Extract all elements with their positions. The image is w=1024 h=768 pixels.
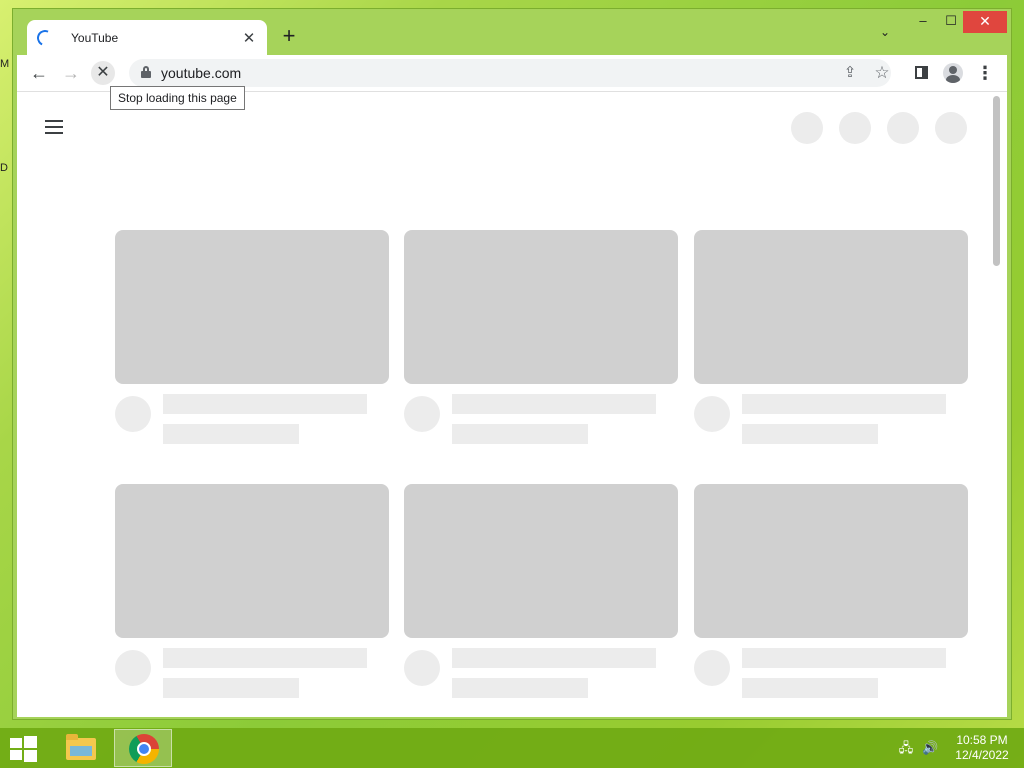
start-button[interactable] [8, 736, 38, 762]
thumbnail-placeholder [115, 484, 389, 638]
taskbar: 🖧 🔊 10:58 PM 12/4/2022 [0, 728, 1024, 768]
page-content [17, 91, 1007, 717]
meta-placeholder [163, 424, 299, 444]
title-placeholder [742, 394, 946, 414]
profile-button[interactable] [941, 61, 965, 85]
system-clock[interactable]: 10:58 PM 12/4/2022 [950, 733, 1014, 763]
taskbar-file-explorer[interactable] [52, 729, 110, 767]
address-bar[interactable]: youtube.com ⇪ ☆ [129, 59, 891, 87]
tab-search-button[interactable]: ⌄ [875, 25, 895, 45]
lock-icon[interactable] [141, 66, 151, 78]
desktop-icon-fragment: M [0, 58, 10, 70]
volume-icon[interactable]: 🔊 [922, 740, 938, 756]
stop-loading-button[interactable]: ✕ [91, 61, 115, 85]
header-placeholder [791, 112, 823, 144]
meta-placeholder [452, 424, 588, 444]
header-placeholder [935, 112, 967, 144]
title-placeholder [452, 394, 656, 414]
hamburger-menu-icon[interactable] [45, 120, 63, 134]
thumbnail-placeholder [115, 230, 389, 384]
channel-avatar-placeholder [404, 396, 440, 432]
header-placeholder [887, 112, 919, 144]
meta-placeholder [742, 424, 878, 444]
browser-menu-button[interactable]: ⋮ [973, 61, 997, 85]
thumbnail-placeholder [404, 484, 678, 638]
header-placeholder [839, 112, 871, 144]
thumbnail-placeholder [404, 230, 678, 384]
network-icon[interactable]: 🖧 [898, 740, 914, 756]
side-panel-button[interactable] [909, 61, 933, 85]
channel-avatar-placeholder [115, 396, 151, 432]
meta-placeholder [452, 678, 588, 698]
chrome-icon [129, 734, 159, 764]
new-tab-button[interactable]: + [277, 25, 301, 49]
title-placeholder [163, 648, 367, 668]
bookmark-star-icon[interactable]: ☆ [871, 62, 893, 84]
url-text[interactable]: youtube.com [161, 65, 241, 81]
tab-youtube[interactable]: YouTube ✕ [27, 20, 267, 56]
thumbnail-placeholder [694, 230, 968, 384]
scrollbar-thumb[interactable] [993, 96, 1000, 266]
window-close-button[interactable]: ✕ [963, 11, 1007, 33]
avatar-icon [943, 62, 963, 83]
back-button[interactable]: ← [27, 61, 51, 85]
channel-avatar-placeholder [694, 396, 730, 432]
side-panel-icon [914, 66, 928, 80]
title-placeholder [163, 394, 367, 414]
minimize-button[interactable]: – [909, 11, 937, 33]
channel-avatar-placeholder [115, 650, 151, 686]
channel-avatar-placeholder [404, 650, 440, 686]
tab-title: YouTube [71, 31, 119, 45]
desktop-icon-fragment: D [0, 162, 8, 174]
stop-loading-tooltip: Stop loading this page [110, 86, 245, 110]
tab-close-icon[interactable]: ✕ [241, 29, 257, 47]
thumbnail-placeholder [694, 484, 968, 638]
share-icon[interactable]: ⇪ [839, 62, 861, 84]
taskbar-chrome[interactable] [114, 729, 172, 767]
clock-time: 10:58 PM [956, 733, 1008, 747]
meta-placeholder [742, 678, 878, 698]
forward-button[interactable]: → [59, 61, 83, 85]
channel-avatar-placeholder [694, 650, 730, 686]
tab-strip: YouTube ✕ + ⌄ – ☐ ✕ [13, 9, 1011, 56]
loading-spinner-icon [34, 27, 56, 49]
title-placeholder [452, 648, 656, 668]
folder-icon [66, 734, 96, 760]
clock-date: 12/4/2022 [955, 748, 1009, 762]
maximize-button[interactable]: ☐ [937, 11, 965, 33]
browser-window: YouTube ✕ + ⌄ – ☐ ✕ ← → ✕ youtube.com ⇪ … [12, 8, 1012, 720]
title-placeholder [742, 648, 946, 668]
meta-placeholder [163, 678, 299, 698]
